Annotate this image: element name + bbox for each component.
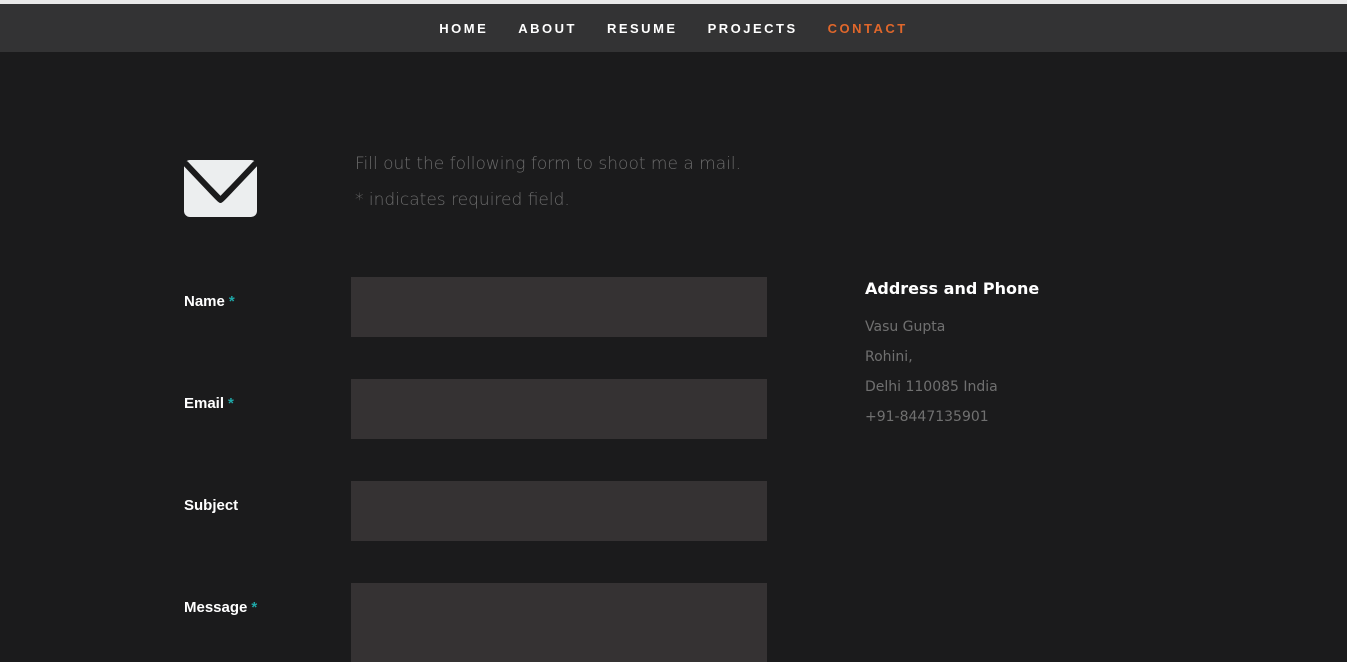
envelope-icon xyxy=(183,160,258,217)
subject-input[interactable] xyxy=(351,481,767,541)
nav-resume-link[interactable]: RESUME xyxy=(607,21,678,36)
message-label: Message * xyxy=(184,599,258,616)
required-marker: * xyxy=(251,599,258,616)
nav-contact-link[interactable]: CONTACT xyxy=(828,21,908,36)
intro-text: Fill out the following form to shoot me … xyxy=(355,154,741,174)
address-name: Vasu Gupta xyxy=(865,319,946,335)
nav-home-link[interactable]: HOME xyxy=(439,21,488,36)
email-input[interactable] xyxy=(351,379,767,439)
name-input[interactable] xyxy=(351,277,767,337)
address-block: Address and Phone Vasu Gupta Rohini, Del… xyxy=(865,278,1039,432)
nav-about-link[interactable]: ABOUT xyxy=(518,21,577,36)
main-navigation: HOME ABOUT RESUME PROJECTS CONTACT xyxy=(0,4,1347,52)
nav-projects-link[interactable]: PROJECTS xyxy=(708,21,798,36)
email-label: Email * xyxy=(184,395,234,412)
subject-label: Subject xyxy=(184,497,239,514)
address-locality: Rohini, xyxy=(865,349,913,365)
required-note: * indicates required field. xyxy=(355,190,570,210)
address-title: Address and Phone xyxy=(865,279,1040,298)
address-phone: +91-8447135901 xyxy=(865,409,989,425)
required-marker: * xyxy=(228,293,235,310)
message-textarea[interactable] xyxy=(351,583,767,662)
name-label: Name * xyxy=(184,293,235,310)
contact-intro: Fill out the following form to shoot me … xyxy=(355,150,741,222)
required-marker: * xyxy=(228,395,234,412)
address-city: Delhi 110085 India xyxy=(865,379,998,395)
